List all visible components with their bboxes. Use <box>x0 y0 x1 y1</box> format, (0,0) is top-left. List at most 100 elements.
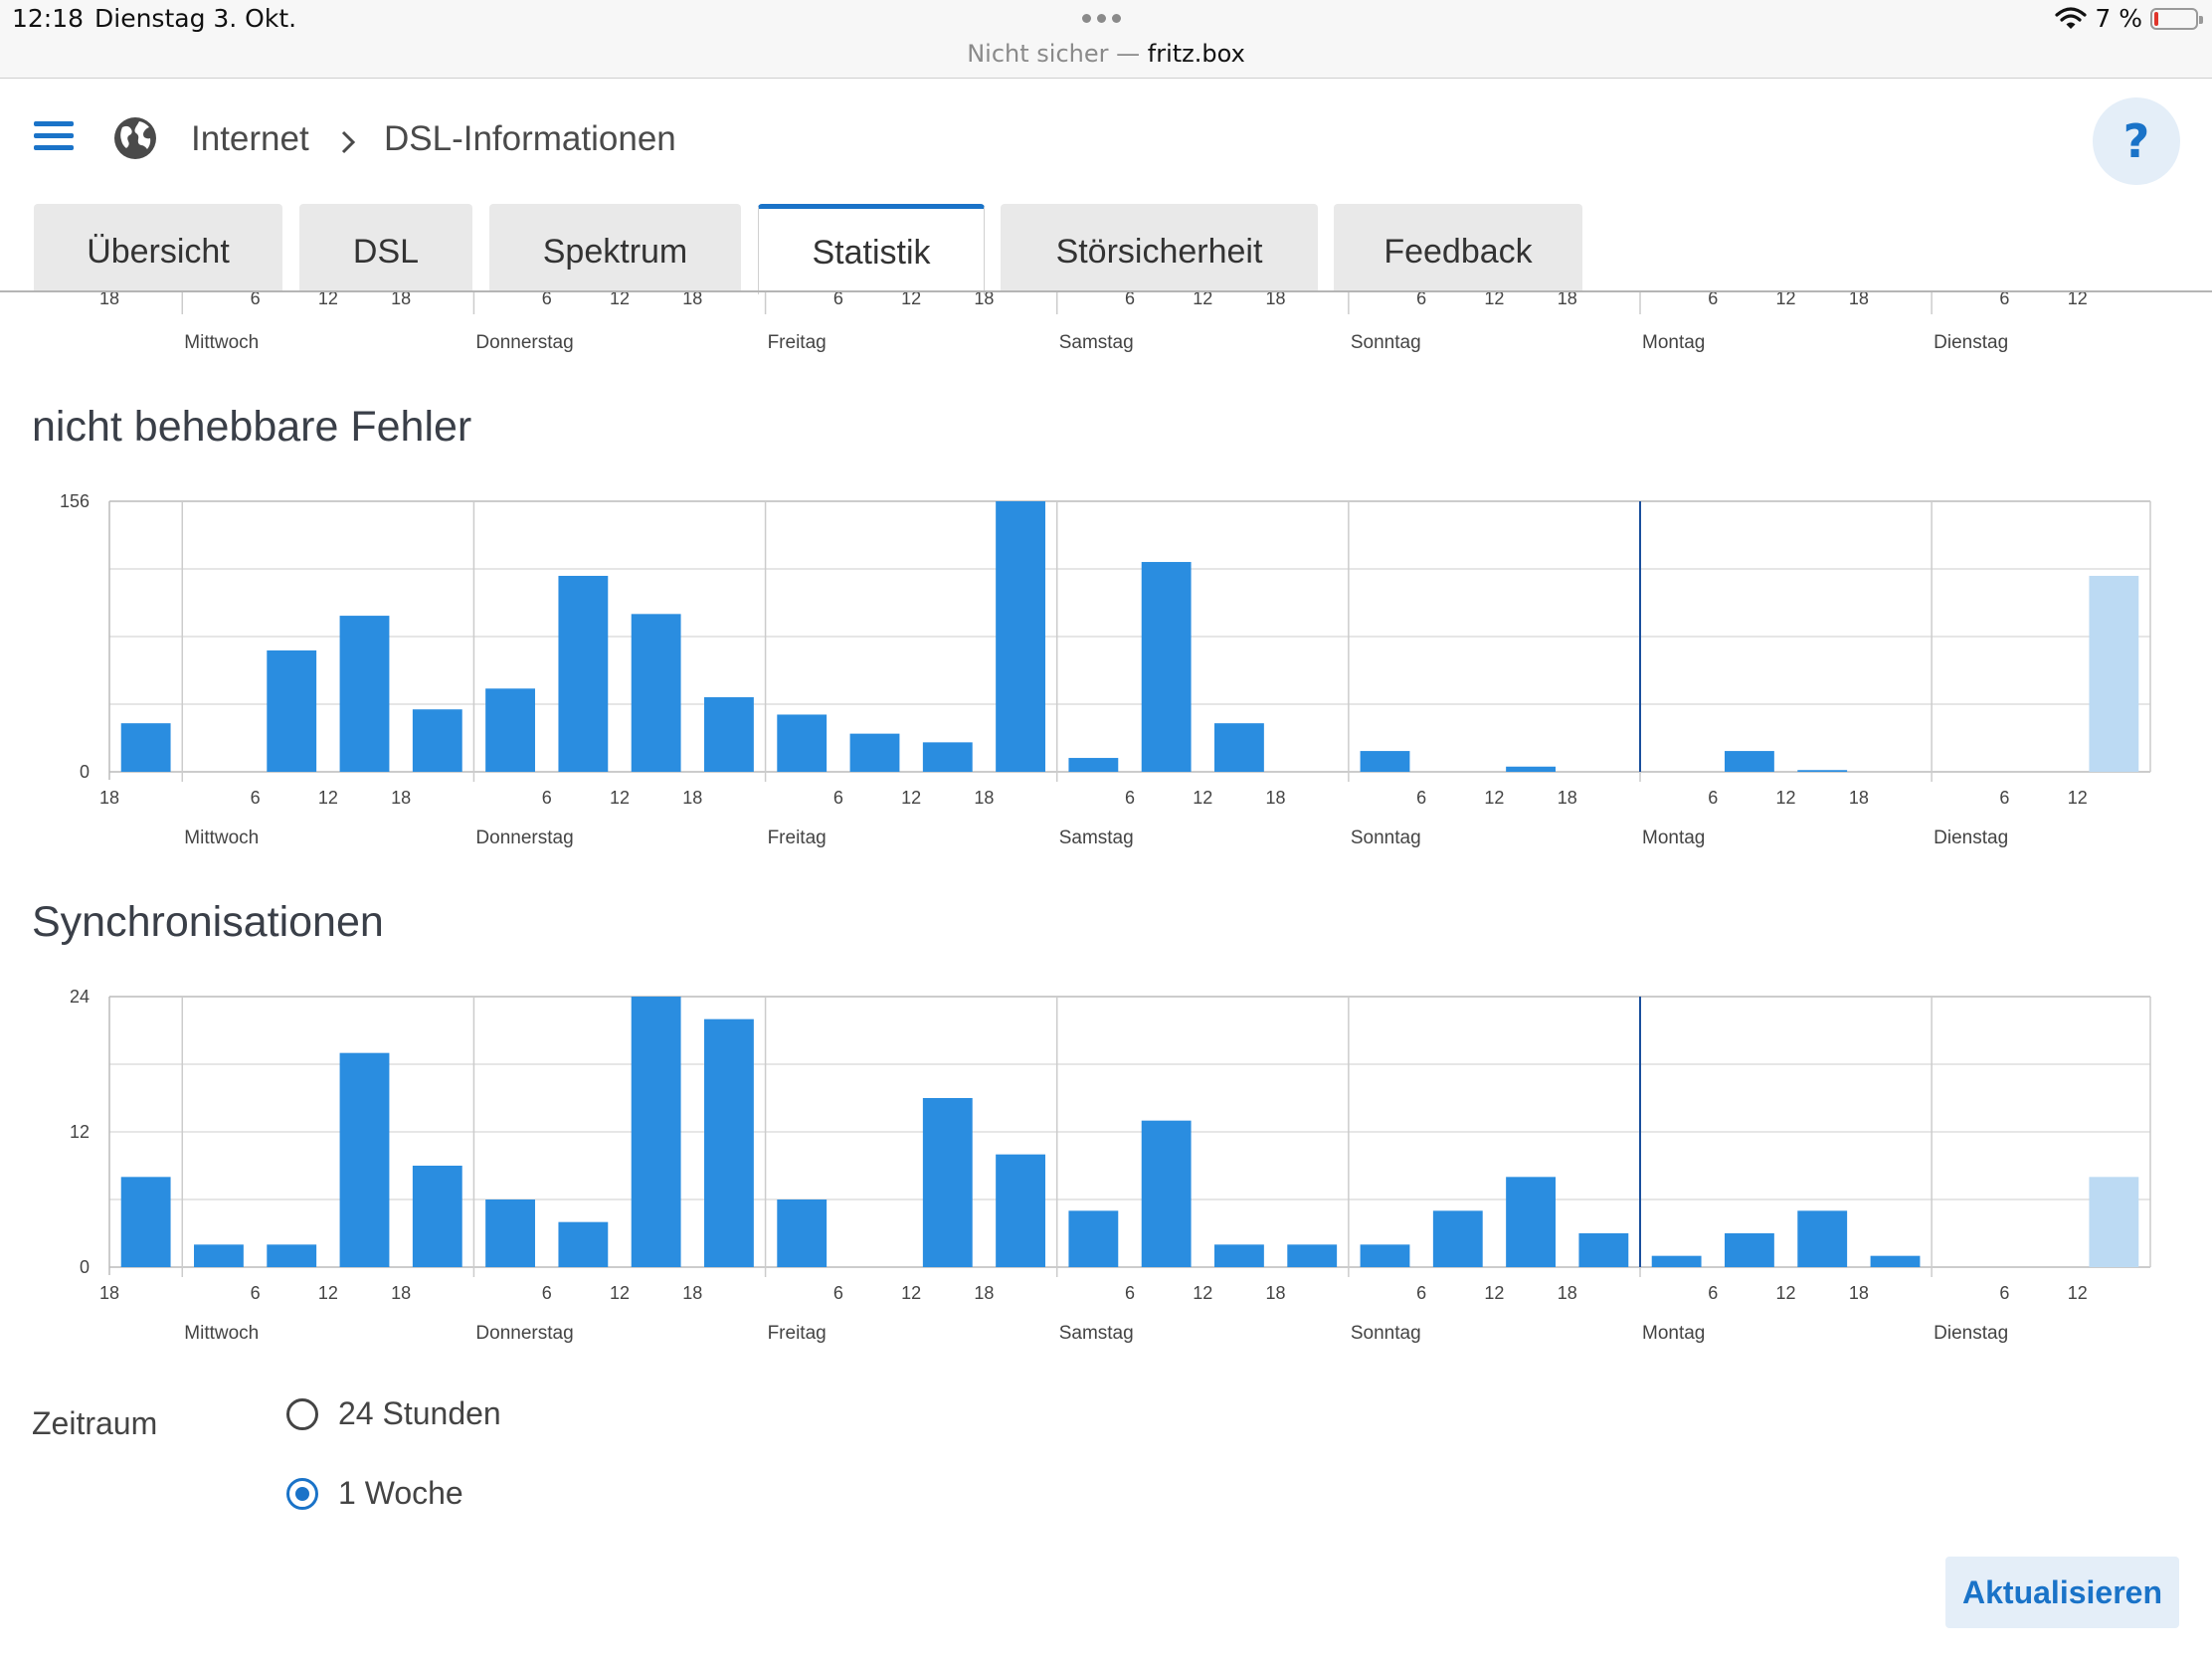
x-tick-label: 12 <box>318 292 338 308</box>
x-tick-label: 6 <box>1416 292 1426 308</box>
bar <box>485 688 535 772</box>
day-label: Samstag <box>1059 1323 1134 1344</box>
day-label: Donnerstag <box>475 828 573 848</box>
x-tick-label: 6 <box>251 788 261 808</box>
x-tick-label: 12 <box>610 292 630 308</box>
bar <box>1141 1120 1192 1267</box>
y-tick-label: 156 <box>60 491 90 511</box>
tab-statistik[interactable]: Statistik <box>758 204 985 294</box>
bar <box>485 1199 535 1267</box>
bar <box>1725 751 1774 772</box>
radio-label-1w: 1 Woche <box>338 1475 463 1511</box>
x-tick-label: 18 <box>1849 292 1869 308</box>
x-tick-label: 12 <box>901 292 921 308</box>
chart-title-fehler: nicht behebbare Fehler <box>32 403 472 451</box>
bar <box>558 575 609 772</box>
day-label: Mittwoch <box>184 1323 259 1344</box>
hamburger-menu-icon[interactable] <box>34 121 74 153</box>
bar <box>267 649 317 772</box>
radio-circle-checked[interactable] <box>286 1477 318 1510</box>
x-tick-label: 18 <box>682 1283 702 1303</box>
bar <box>339 1052 390 1267</box>
bar <box>1797 1210 1848 1267</box>
bar <box>631 614 681 772</box>
day-label: Dienstag <box>1934 828 2008 848</box>
tab-stoersicherheit[interactable]: Störsicherheit <box>1001 204 1318 291</box>
day-label: Montag <box>1642 828 1705 848</box>
breadcrumb-internet[interactable]: Internet <box>191 119 309 159</box>
y-tick-label: 0 <box>80 762 90 782</box>
x-tick-label: 12 <box>318 788 338 808</box>
tab-feedback[interactable]: Feedback <box>1334 204 1582 291</box>
x-tick-label: 12 <box>901 788 921 808</box>
radio-circle[interactable] <box>286 1397 318 1430</box>
status-time: 12:18 <box>12 4 85 33</box>
day-label: Donnerstag <box>475 1323 573 1344</box>
tab-bar: Übersicht DSL Spektrum Statistik Störsic… <box>0 204 2212 294</box>
bar <box>558 1221 609 1267</box>
y-tick-label: 12 <box>70 1122 90 1142</box>
day-label: Sonntag <box>1351 828 1421 848</box>
x-tick-label: 12 <box>1776 292 1796 308</box>
x-tick-label: 6 <box>1999 1283 2009 1303</box>
breadcrumb-dsl-informationen: DSL-Informationen <box>384 119 676 158</box>
address-bar[interactable]: Nicht sicher — fritz.box <box>0 40 2212 68</box>
x-tick-label: 18 <box>1558 788 1577 808</box>
x-tick-label: 18 <box>1558 292 1577 308</box>
ios-status-bar: 12:18 Dienstag 3. Okt. Nicht sicher — fr… <box>0 0 2212 79</box>
x-tick-label: 6 <box>1999 292 2009 308</box>
x-tick-label: 6 <box>833 292 843 308</box>
x-tick-label: 6 <box>833 1283 843 1303</box>
zeitraum-label: Zeitraum <box>32 1405 158 1441</box>
x-tick-label: 12 <box>610 788 630 808</box>
day-label: Dienstag <box>1934 332 2008 353</box>
x-tick-label: 18 <box>682 292 702 308</box>
radio-24-stunden[interactable]: 24 Stunden <box>286 1395 501 1432</box>
url-security-label: Nicht sicher — <box>967 40 1141 68</box>
x-tick-label: 6 <box>1708 788 1718 808</box>
bar <box>1432 1210 1483 1267</box>
bar <box>1287 1244 1338 1267</box>
battery-icon <box>2150 7 2203 30</box>
x-tick-label: 12 <box>1193 1283 1212 1303</box>
x-tick-label: 12 <box>1776 788 1796 808</box>
x-tick-label: 12 <box>1193 788 1212 808</box>
bar <box>120 723 171 772</box>
bar <box>1797 770 1848 772</box>
x-tick-label: 12 <box>318 1283 338 1303</box>
tab-uebersicht[interactable]: Übersicht <box>34 204 282 291</box>
x-tick-label: 6 <box>251 292 261 308</box>
x-tick-label: 12 <box>1484 292 1504 308</box>
x-tick-label: 18 <box>974 788 994 808</box>
tab-dsl[interactable]: DSL <box>299 204 472 291</box>
bar-current <box>2089 1177 2139 1267</box>
bar <box>120 1177 171 1267</box>
bar <box>339 616 390 772</box>
y-tick-label: 0 <box>80 1257 90 1277</box>
bar <box>1725 1233 1774 1267</box>
bar <box>1506 766 1556 772</box>
bar-current <box>2089 575 2139 772</box>
x-tick-label: 6 <box>1708 292 1718 308</box>
radio-1-woche[interactable]: 1 Woche <box>286 1475 463 1512</box>
x-tick-label: 18 <box>1266 292 1286 308</box>
bar <box>1360 751 1410 772</box>
x-tick-label: 18 <box>391 292 411 308</box>
x-tick-label: 18 <box>974 1283 994 1303</box>
url-host: fritz.box <box>1147 40 1245 68</box>
x-tick-label: 12 <box>2068 788 2088 808</box>
help-button[interactable]: ? <box>2093 97 2180 185</box>
x-tick-label: 12 <box>1484 1283 1504 1303</box>
day-label: Sonntag <box>1351 332 1421 353</box>
more-dots-icon[interactable] <box>1082 14 1121 23</box>
day-label: Samstag <box>1059 332 1134 353</box>
x-tick-label: 6 <box>1125 292 1135 308</box>
bar <box>1506 1177 1556 1267</box>
tab-spektrum[interactable]: Spektrum <box>489 204 741 291</box>
bar <box>1214 723 1264 772</box>
x-tick-label: 18 <box>1849 1283 1869 1303</box>
x-tick-label: 18 <box>1558 1283 1577 1303</box>
aktualisieren-button[interactable]: Aktualisieren <box>1945 1557 2179 1628</box>
chart-synchronisationen: 0 12 24 18 6 12 18 6 12 18 6 12 18 6 12 18 6 12 18 6 12 18 6 12… <box>70 987 2151 1344</box>
bar <box>704 1018 754 1267</box>
